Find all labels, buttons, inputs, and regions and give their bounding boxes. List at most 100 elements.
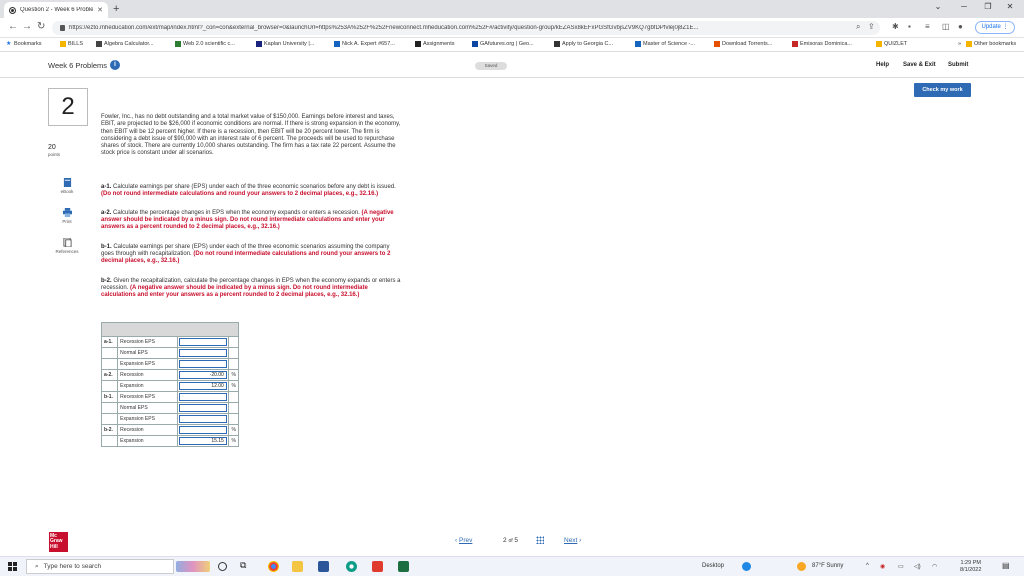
answer-input[interactable] (178, 338, 227, 346)
bookmark-item[interactable]: Master of Science -... (635, 41, 695, 47)
part-b1: b-1. Calculate earnings per share (EPS) … (101, 244, 401, 265)
help-link[interactable]: Help (876, 62, 889, 68)
reading-list-icon[interactable]: ≡ (925, 22, 930, 31)
answer-input[interactable] (178, 426, 227, 434)
info-icon[interactable]: i (110, 60, 120, 70)
share-icon[interactable]: ⇪ (868, 22, 875, 31)
tab-search-icon[interactable]: ⌄ (930, 2, 946, 11)
page-of: of (508, 538, 513, 544)
minimize-icon[interactable]: ─ (956, 2, 972, 11)
other-bookmarks[interactable]: Other bookmarks (966, 41, 1016, 47)
question-grid-icon[interactable] (536, 536, 544, 544)
reload-icon[interactable]: ↻ (37, 21, 45, 32)
back-icon[interactable]: ← (8, 21, 18, 32)
update-button[interactable]: Update ⋮ (975, 21, 1015, 34)
weather-text[interactable]: 87°F Sunny (812, 563, 843, 569)
references-tool[interactable]: References (52, 238, 82, 254)
bookmark-label: Download Torrents... (722, 41, 773, 47)
clock[interactable]: 1:29 PM 8/1/2022 (960, 560, 981, 574)
taskbar-search[interactable]: ⌕ Type here to search (26, 559, 174, 574)
check-my-work-button[interactable]: Check my work (914, 83, 971, 97)
browser-tab[interactable]: Question 2 - Week 6 Problems - ... ✕ (4, 2, 108, 18)
answer-row: Expansion EPS (100, 358, 239, 370)
prev-button[interactable]: ‹ Prev (455, 537, 472, 544)
bookmark-item[interactable]: Apply to Georgia C... (554, 41, 613, 47)
extension-icon[interactable]: ✱ (892, 22, 899, 31)
answer-row-label: Recession (117, 424, 178, 436)
bookmark-item[interactable]: Emisoras Dominica... (792, 41, 852, 47)
forward-icon[interactable]: → (22, 21, 32, 32)
word-icon[interactable] (318, 561, 329, 572)
submit-link[interactable]: Submit (948, 62, 968, 68)
volume-icon[interactable]: ◁) (914, 563, 921, 570)
cortana-icon[interactable] (218, 562, 227, 571)
close-window-icon[interactable]: ✕ (1002, 2, 1018, 11)
answer-input[interactable] (178, 393, 227, 401)
ebook-tool[interactable]: eBook (52, 178, 82, 194)
question-text: Fowler, Inc., has no debt outstanding an… (101, 114, 401, 157)
bookmark-item[interactable]: Kaplan University |... (256, 41, 314, 47)
file-explorer-icon[interactable] (292, 561, 303, 572)
address-bar[interactable]: https://ezto.mheducation.com/ext/map/ind… (52, 21, 880, 35)
tab-close-icon[interactable]: ✕ (97, 6, 103, 14)
bookmark-item[interactable]: QUIZLET (876, 41, 907, 47)
answer-row: b-1. Recession EPS (100, 391, 239, 403)
answer-input[interactable]: -20.00 (178, 371, 227, 379)
save-exit-link[interactable]: Save & Exit (903, 62, 936, 68)
print-tool[interactable]: Print (52, 208, 82, 224)
bookmarks-overflow[interactable]: » (958, 41, 961, 47)
answer-part-label (100, 435, 119, 447)
bookmark-item[interactable]: Nick A. Expert #657... (334, 41, 395, 47)
new-tab-button[interactable]: + (113, 2, 119, 16)
notification-icon[interactable]: ▤ (1002, 561, 1010, 570)
zoom-icon[interactable]: ⌕ (856, 22, 860, 32)
search-icon: ⌕ (35, 562, 39, 570)
next-button[interactable]: Next › (564, 537, 581, 544)
bookmark-item[interactable]: Download Torrents... (714, 41, 772, 47)
profile-icon[interactable]: ● (958, 22, 963, 31)
bookmark-icon (714, 41, 720, 47)
answer-input[interactable] (178, 404, 227, 412)
search-highlight-icon[interactable] (176, 561, 210, 572)
bookmark-item[interactable]: GAfutures.org | Geo... (472, 41, 534, 47)
answer-input[interactable] (178, 360, 227, 368)
answer-input[interactable] (178, 415, 227, 423)
bookmark-label: Algebra Calculator... (104, 41, 154, 47)
desktop-toolbar[interactable]: Desktop (702, 563, 724, 569)
chrome-icon[interactable] (268, 561, 279, 572)
maximize-icon[interactable]: ❐ (980, 2, 996, 11)
answer-row-label: Recession (117, 369, 178, 381)
task-view-icon[interactable]: ⧉ (240, 560, 251, 571)
bookmark-item[interactable]: BILLS (60, 41, 83, 47)
puzzle-icon[interactable]: ▪ (908, 22, 911, 31)
bookmark-icon (635, 41, 641, 47)
edge-icon[interactable] (346, 561, 357, 572)
clock-time: 1:29 PM (960, 560, 981, 566)
browser-toolbar: ← → ↻ https://ezto.mheducation.com/ext/m… (0, 18, 1024, 38)
other-bookmarks-label: Other bookmarks (974, 41, 1017, 47)
answer-row-label: Normal EPS (117, 347, 178, 359)
antivirus-icon[interactable]: ◉ (880, 563, 885, 570)
bookmark-item[interactable]: Assignments (415, 41, 455, 47)
answer-input[interactable]: 12.00 (178, 382, 227, 390)
windows-start-icon[interactable] (8, 562, 17, 571)
chevron-up-icon[interactable]: ^ (866, 563, 869, 569)
acrobat-icon[interactable] (372, 561, 383, 572)
side-panel-icon[interactable]: ◫ (942, 22, 950, 31)
wifi-icon[interactable]: ◠ (932, 563, 937, 570)
print-icon (62, 208, 72, 217)
answer-part-label (100, 358, 119, 370)
bookmark-item[interactable]: Algebra Calculator... (96, 41, 154, 47)
bookmark-label: GAfutures.org | Geo... (480, 41, 534, 47)
network-icon[interactable]: ▭ (898, 563, 904, 570)
part-note: (A negative answer should be indicated b… (101, 285, 368, 299)
update-label: Update (981, 24, 1001, 30)
url-text[interactable]: https://ezto.mheducation.com/ext/map/ind… (69, 25, 799, 31)
answer-input[interactable] (178, 349, 227, 357)
part-label: b-2. (101, 278, 112, 284)
answer-input[interactable]: 15.15 (178, 437, 227, 445)
bookmark-item[interactable]: Web 2.0 scientific c... (175, 41, 235, 47)
app-tray-icon[interactable] (742, 562, 751, 571)
bookmark-item[interactable]: ★ Bookmarks (6, 41, 42, 47)
excel-icon[interactable] (398, 561, 409, 572)
